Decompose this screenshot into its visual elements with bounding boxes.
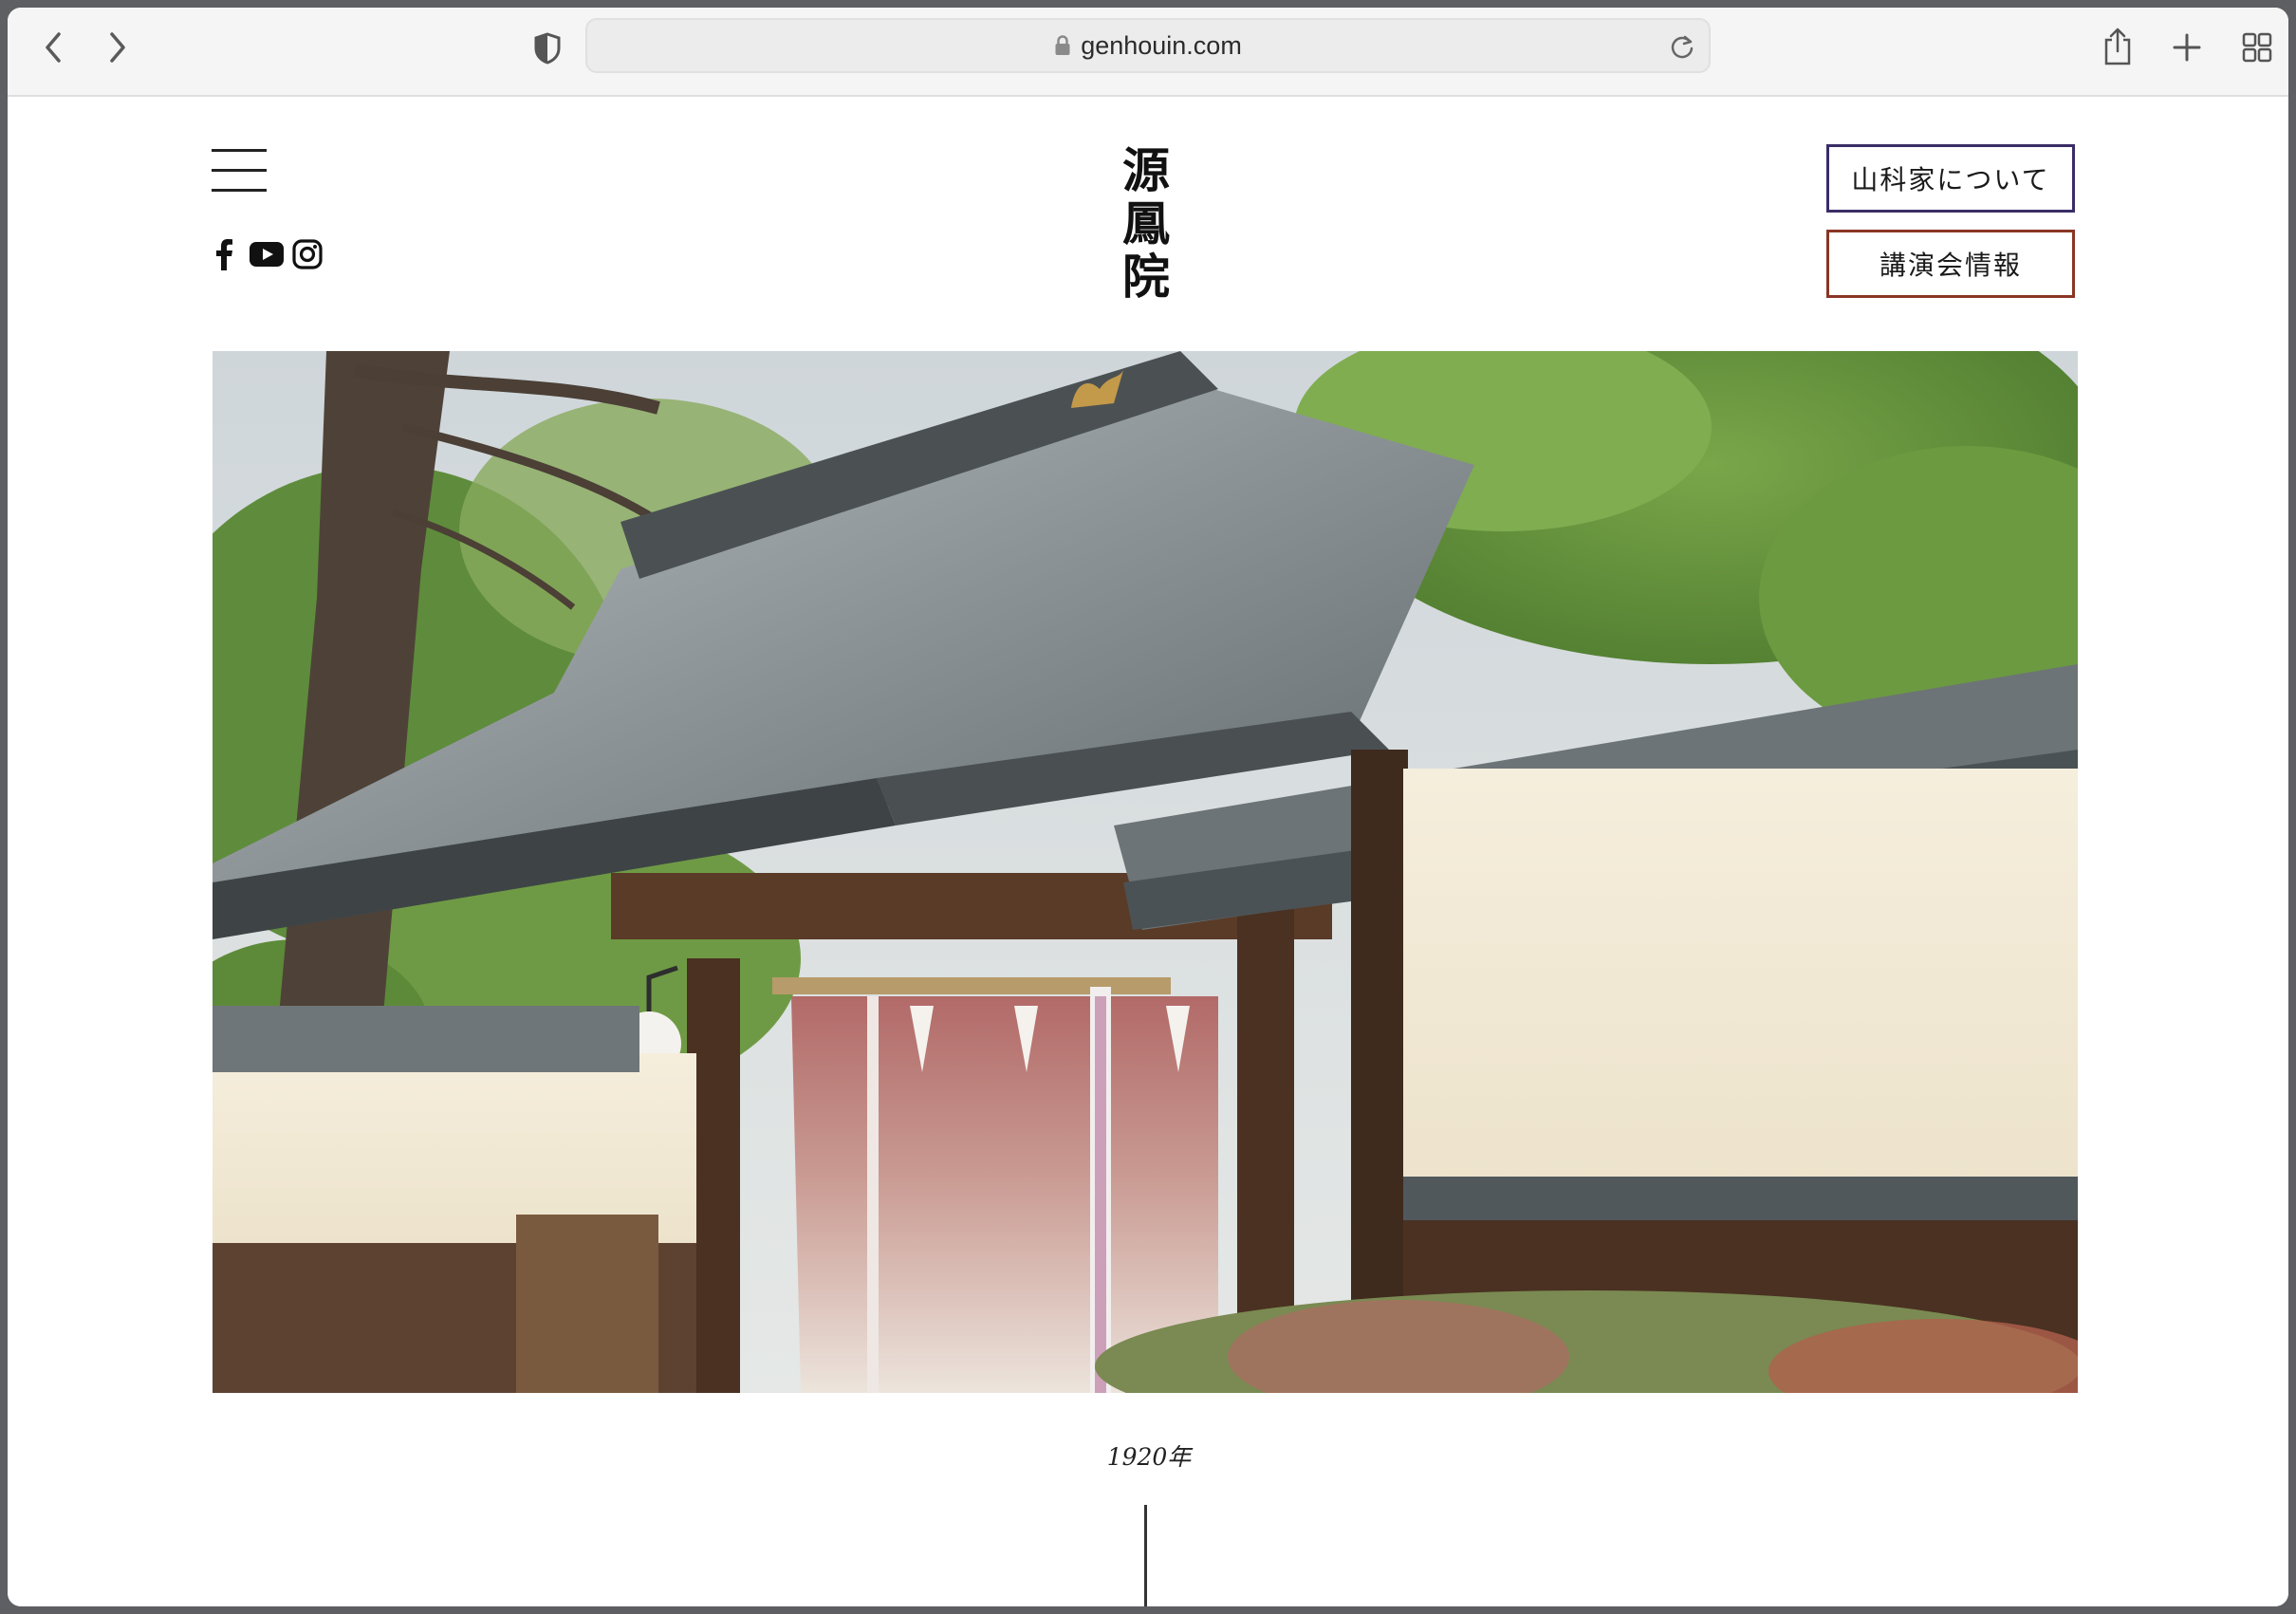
logo-char: 鳳 [1122, 195, 1170, 251]
reload-icon[interactable] [1669, 33, 1695, 60]
plus-icon[interactable] [2168, 28, 2206, 66]
browser-window: genhouin.com 源 鳳 院 山科家について 講演会情報 1920年 [8, 8, 2288, 1606]
chevron-left-icon[interactable] [34, 28, 72, 66]
hero-image [213, 351, 2078, 1393]
about-yamashina-button[interactable]: 山科家について [1826, 144, 2075, 213]
site-logo[interactable]: 源 鳳 院 [1103, 144, 1189, 304]
logo-char: 院 [1122, 249, 1170, 305]
timeline-year: 1920年 [1106, 1443, 1192, 1471]
web-page: 源 鳳 院 山科家について 講演会情報 1920年 [8, 97, 2288, 1606]
youtube-icon[interactable] [249, 237, 285, 271]
instagram-icon[interactable] [290, 237, 324, 271]
logo-char: 源 [1122, 142, 1170, 198]
hamburger-menu-icon[interactable] [212, 149, 267, 193]
shield-icon[interactable] [529, 30, 565, 66]
facebook-icon[interactable] [207, 237, 241, 271]
address-bar[interactable]: genhouin.com [585, 18, 1711, 73]
timeline-line [1144, 1505, 1147, 1606]
grid-icon[interactable] [2238, 28, 2276, 66]
browser-toolbar: genhouin.com [8, 8, 2288, 97]
chevron-right-icon[interactable] [99, 28, 137, 66]
lock-icon [1054, 34, 1071, 57]
share-icon[interactable] [2098, 25, 2138, 68]
url-text: genhouin.com [1081, 30, 1242, 60]
lecture-info-button[interactable]: 講演会情報 [1826, 230, 2075, 298]
